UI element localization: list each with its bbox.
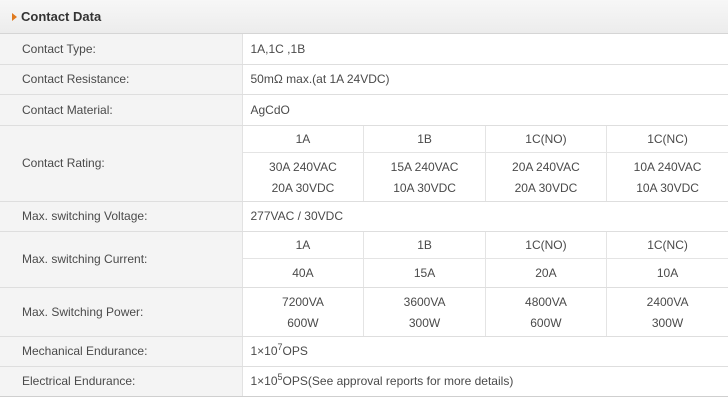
- row-value: AgCdO: [242, 94, 728, 126]
- rating-dc: 10A 30VDC: [606, 177, 728, 201]
- row-label: Contact Material:: [0, 94, 243, 126]
- column-header: 1A: [242, 125, 364, 153]
- power-w: 300W: [606, 312, 728, 336]
- endurance-exponent: 7: [277, 342, 283, 352]
- row-value: 1×107OPS: [242, 336, 728, 367]
- column-header: 1C(NC): [606, 231, 728, 259]
- column-header: 1C(NO): [484, 125, 607, 153]
- power-va: 3600VA: [363, 287, 486, 313]
- row-value: 1A,1C ,1B: [242, 34, 728, 65]
- power-w: 600W: [484, 312, 607, 336]
- section-title: Contact Data: [21, 9, 102, 24]
- row-label: Electrical Endurance:: [0, 366, 243, 397]
- row-value: 50mΩ max.(at 1A 24VDC): [242, 64, 728, 95]
- section-header: Contact Data: [0, 0, 728, 34]
- column-header: 1C(NO): [484, 231, 607, 259]
- endurance-prefix: 1×10: [250, 374, 278, 388]
- power-va: 2400VA: [606, 287, 728, 313]
- row-label: Mechanical Endurance:: [0, 336, 243, 367]
- rating-dc: 20A 30VDC: [484, 177, 607, 201]
- endurance-suffix: OPS(See approval reports for more detail…: [282, 374, 514, 388]
- switching-power-subtable: 7200VA 3600VA 4800VA 2400VA 600W 300W 60…: [243, 287, 728, 336]
- endurance-prefix: 1×10: [250, 344, 278, 358]
- table-row: Max. switching Voltage: 277VAC / 30VDC: [0, 201, 728, 232]
- row-value: 1×105OPS(See approval reports for more d…: [242, 366, 728, 397]
- column-header: 1A: [242, 231, 364, 259]
- current-value: 15A: [363, 258, 486, 287]
- row-value: 277VAC / 30VDC: [242, 201, 728, 232]
- switching-current-cell: 1A 1B 1C(NO) 1C(NC) 40A 15A 20A 10A: [242, 231, 728, 288]
- power-va: 4800VA: [484, 287, 607, 313]
- row-label: Contact Rating:: [0, 125, 243, 202]
- table-row: Max. Switching Power: 7200VA 3600VA 4800…: [0, 287, 728, 337]
- table-row: Contact Type: 1A,1C ,1B: [0, 34, 728, 65]
- contact-rating-cell: 1A 1B 1C(NO) 1C(NC) 30A 240VAC 15A 240VA…: [242, 125, 728, 202]
- table-row: Contact Rating: 1A 1B 1C(NO) 1C(NC) 30A …: [0, 125, 728, 202]
- rating-ac: 20A 240VAC: [484, 152, 607, 178]
- switching-current-subtable: 1A 1B 1C(NO) 1C(NC) 40A 15A 20A 10A: [242, 231, 728, 287]
- rating-ac: 15A 240VAC: [363, 152, 486, 178]
- column-header: 1B: [363, 125, 486, 153]
- column-header: 1B: [363, 231, 486, 259]
- row-label: Max. switching Current:: [0, 231, 243, 288]
- column-header: 1C(NC): [606, 125, 728, 153]
- contact-data-table: Contact Type: 1A,1C ,1B Contact Resistan…: [0, 34, 728, 397]
- row-label: Max. switching Voltage:: [0, 201, 243, 232]
- row-label: Contact Type:: [0, 34, 243, 65]
- table-row: Electrical Endurance: 1×105OPS(See appro…: [0, 366, 728, 397]
- row-label: Max. Switching Power:: [0, 287, 243, 337]
- table-row: Contact Resistance: 50mΩ max.(at 1A 24VD…: [0, 64, 728, 95]
- rating-ac: 10A 240VAC: [606, 152, 728, 178]
- row-label: Contact Resistance:: [0, 64, 243, 95]
- power-w: 300W: [363, 312, 486, 336]
- power-w: 600W: [287, 315, 319, 330]
- contact-rating-subtable: 1A 1B 1C(NO) 1C(NC) 30A 240VAC 15A 240VA…: [242, 125, 728, 201]
- endurance-suffix: OPS: [282, 344, 308, 358]
- triangle-bullet-icon: [12, 13, 17, 21]
- current-value: 10A: [606, 258, 728, 287]
- rating-dc: 20A 30VDC: [271, 180, 335, 195]
- rating-dc: 10A 30VDC: [363, 177, 486, 201]
- power-va: 7200VA: [282, 294, 324, 309]
- current-value: 40A: [292, 265, 314, 280]
- table-row: Contact Material: AgCdO: [0, 94, 728, 126]
- current-value: 20A: [484, 258, 607, 287]
- rating-ac: 30A 240VAC: [269, 159, 337, 174]
- switching-power-cell: 7200VA 3600VA 4800VA 2400VA 600W 300W 60…: [242, 287, 728, 337]
- endurance-exponent: 5: [277, 372, 283, 382]
- table-row: Max. switching Current: 1A 1B 1C(NO) 1C(…: [0, 231, 728, 288]
- table-row: Mechanical Endurance: 1×107OPS: [0, 336, 728, 367]
